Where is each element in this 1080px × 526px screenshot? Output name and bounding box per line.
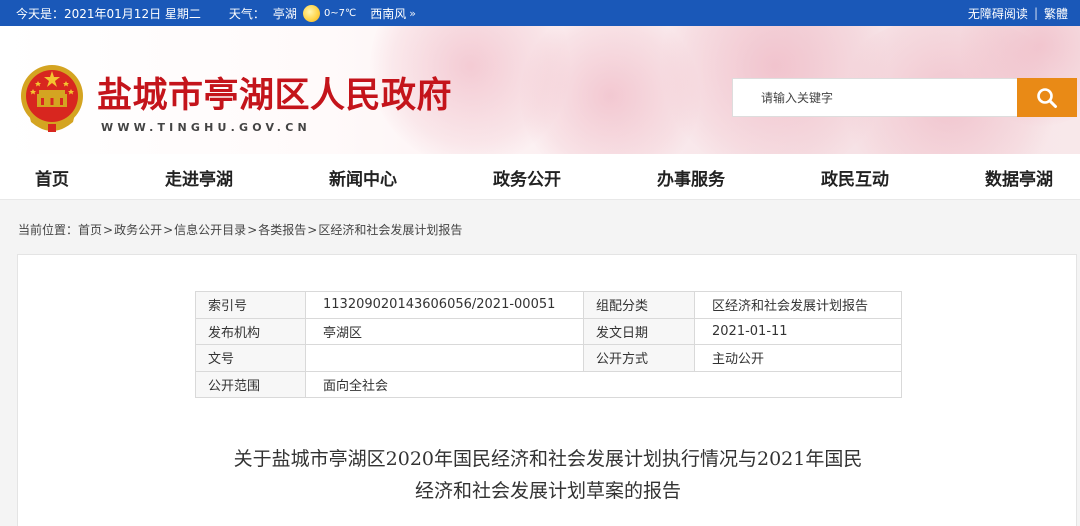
- publisher-value: 亭湖区: [305, 317, 584, 345]
- breadcrumb-separator: >: [103, 223, 114, 237]
- index-label: 索引号: [195, 291, 306, 319]
- weather-label: 天气：: [228, 6, 265, 21]
- breadcrumb: 当前位置：首页>政务公开>信息公开目录>各类报告>区经济和社会发展计划报告: [18, 221, 462, 238]
- top-link-separator: |: [1033, 6, 1038, 20]
- issue-date-label: 发文日期: [583, 317, 695, 345]
- breadcrumb-prefix: 当前位置：: [18, 223, 79, 237]
- weather-temperature: 0~7℃: [323, 7, 357, 19]
- top-info-bar: 今天是：2021年01月12日 星期二 天气： 亭湖 0~7℃ 西南风 » 无障…: [0, 0, 1080, 26]
- nav-item-about[interactable]: 走进亭湖: [165, 165, 233, 190]
- category-value: 区经济和社会发展计划报告: [694, 291, 902, 319]
- publisher-label: 发布机构: [195, 317, 306, 345]
- national-emblem-icon: [21, 65, 83, 132]
- disclosure-mode-label: 公开方式: [583, 344, 695, 372]
- nav-item-home[interactable]: 首页: [35, 165, 69, 190]
- search-input[interactable]: [733, 79, 1017, 116]
- breadcrumb-gov-affairs[interactable]: 政务公开: [114, 223, 162, 237]
- breadcrumb-separator: >: [307, 223, 318, 237]
- breadcrumb-current[interactable]: 区经济和社会发展计划报告: [318, 223, 462, 237]
- category-label: 组配分类: [583, 291, 695, 319]
- weather-wind: 西南风: [370, 6, 407, 21]
- nav-item-news[interactable]: 新闻中心: [329, 165, 397, 190]
- sun-icon: [302, 4, 320, 22]
- accessibility-link[interactable]: 无障碍阅读: [968, 5, 1028, 22]
- search-button[interactable]: [1017, 78, 1077, 117]
- search-box: [732, 78, 1018, 117]
- breadcrumb-reports[interactable]: 各类报告: [258, 223, 306, 237]
- document-meta-table: 索引号 113209020143606056/2021-00051 组配分类 区…: [195, 291, 902, 398]
- issue-date-value: 2021-01-11: [694, 317, 902, 345]
- nav-item-interaction[interactable]: 政民互动: [821, 165, 889, 190]
- nav-item-data[interactable]: 数据亭湖: [985, 165, 1053, 190]
- content-panel: 索引号 113209020143606056/2021-00051 组配分类 区…: [17, 254, 1077, 526]
- document-title-line-1: 关于盐城市亭湖区2020年国民经济和社会发展计划执行情况与2021年国民: [233, 448, 863, 470]
- nav-item-gov-affairs[interactable]: 政务公开: [493, 165, 561, 190]
- site-url: WWW.TINGHU.GOV.CN: [101, 121, 311, 134]
- document-title-line-2: 经济和社会发展计划草案的报告: [414, 480, 681, 502]
- table-row: 公开范围 面向全社会: [195, 370, 902, 398]
- site-title[interactable]: 盐城市亭湖区人民政府: [97, 67, 452, 118]
- disclosure-mode-value: 主动公开: [694, 344, 902, 372]
- disclosure-scope-label: 公开范围: [195, 370, 306, 398]
- breadcrumb-info-catalog[interactable]: 信息公开目录: [174, 223, 246, 237]
- current-date: 今天是：2021年01月12日 星期二: [16, 6, 201, 21]
- main-nav: 首页 走进亭湖 新闻中心 政务公开 办事服务 政民互动 数据亭湖: [0, 154, 1080, 200]
- index-value: 113209020143606056/2021-00051: [305, 291, 584, 319]
- breadcrumb-separator: >: [247, 223, 258, 237]
- breadcrumb-home[interactable]: 首页: [78, 223, 102, 237]
- doc-number-label: 文号: [195, 344, 306, 372]
- table-row: 文号 公开方式 主动公开: [195, 344, 902, 372]
- table-row: 索引号 113209020143606056/2021-00051 组配分类 区…: [195, 291, 902, 319]
- weather-more-icon[interactable]: »: [409, 7, 416, 20]
- top-info-left: 今天是：2021年01月12日 星期二 天气： 亭湖 0~7℃ 西南风 »: [16, 0, 416, 26]
- breadcrumb-separator: >: [163, 223, 174, 237]
- disclosure-scope-value: 面向全社会: [305, 370, 902, 398]
- site-header: 盐城市亭湖区人民政府 WWW.TINGHU.GOV.CN: [0, 26, 1080, 154]
- table-row: 发布机构 亭湖区 发文日期 2021-01-11: [195, 317, 902, 345]
- search-icon: [1037, 87, 1057, 108]
- nav-item-services[interactable]: 办事服务: [657, 165, 725, 190]
- traditional-chinese-link[interactable]: 繁體: [1044, 5, 1068, 22]
- top-links: 无障碍阅读 | 繁體: [968, 0, 1068, 26]
- doc-number-value: [305, 344, 584, 372]
- weather-city: 亭湖: [272, 6, 297, 21]
- document-title: 关于盐城市亭湖区2020年国民经济和社会发展计划执行情况与2021年国民 经济和…: [118, 443, 978, 507]
